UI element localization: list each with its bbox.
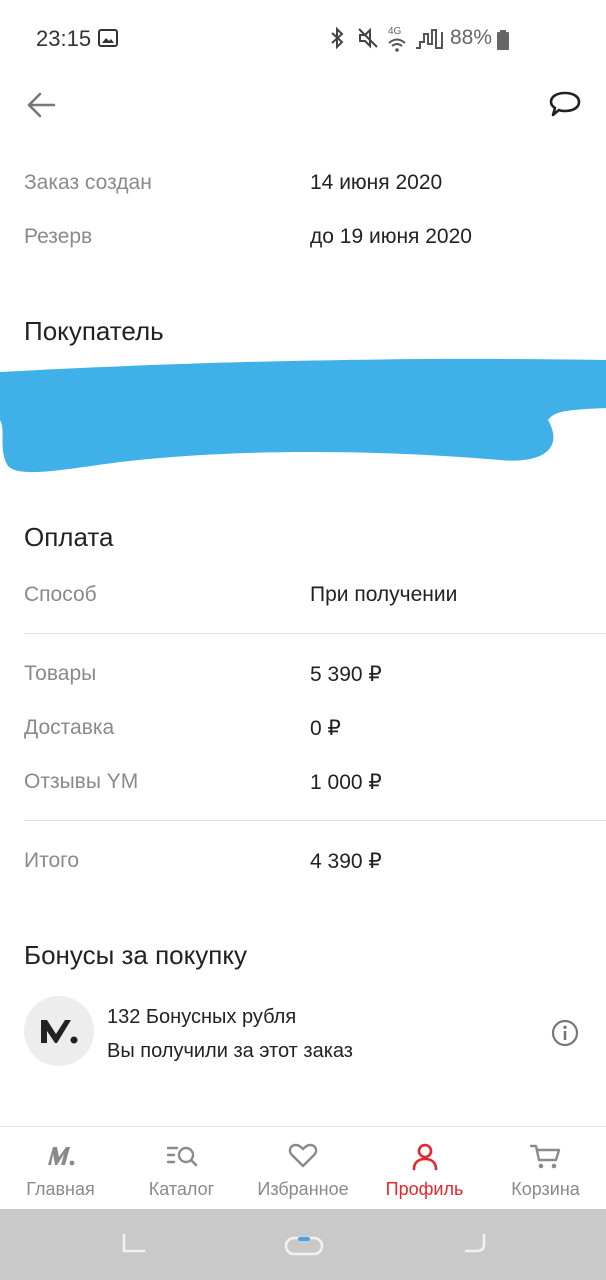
bluetooth-icon bbox=[328, 26, 350, 55]
profile-icon bbox=[408, 1143, 442, 1176]
cart-icon bbox=[529, 1143, 563, 1176]
nav-item-catalog[interactable]: Каталог bbox=[121, 1127, 242, 1210]
nav-item-cart[interactable]: Корзина bbox=[485, 1127, 606, 1210]
reviews-row: Отзывы YM 1 000 ₽ bbox=[24, 770, 584, 800]
bonus-amount: 132 Бонусных рубля bbox=[107, 1006, 297, 1028]
payment-title: Оплата bbox=[24, 522, 114, 552]
nav-label-favorites: Избранное bbox=[257, 1179, 349, 1199]
home-button[interactable] bbox=[284, 1235, 324, 1262]
signal-icon bbox=[414, 28, 446, 55]
status-time: 23:15 bbox=[36, 26, 92, 51]
recent-apps-icon bbox=[122, 1233, 146, 1253]
info-icon bbox=[551, 1019, 579, 1047]
buyer-title: Покупатель bbox=[24, 316, 164, 346]
delivery-label: Доставка bbox=[24, 716, 115, 739]
payment-method-value: При получении bbox=[310, 583, 458, 606]
top-bar bbox=[0, 78, 606, 134]
order-created-row: Заказ создан 14 июня 2020 bbox=[24, 171, 584, 201]
bonuses-title: Бонусы за покупку bbox=[24, 940, 248, 970]
total-value: 4 390 ₽ bbox=[310, 850, 382, 873]
total-label: Итого bbox=[24, 849, 80, 872]
network-label: 4G bbox=[388, 26, 402, 37]
order-created-label: Заказ создан bbox=[24, 171, 152, 194]
chat-button[interactable] bbox=[548, 90, 582, 120]
nav-label-cart: Корзина bbox=[511, 1179, 580, 1199]
goods-row: Товары 5 390 ₽ bbox=[24, 662, 584, 692]
market-logo-icon bbox=[41, 1020, 78, 1044]
back-system-button[interactable] bbox=[462, 1231, 490, 1262]
bonus-info-button[interactable] bbox=[551, 1019, 579, 1047]
status-bar: 23:15 4G 88% bbox=[0, 0, 606, 78]
nav-label-catalog: Каталог bbox=[148, 1179, 215, 1199]
reviews-value: 1 000 ₽ bbox=[310, 771, 382, 794]
back-button[interactable] bbox=[24, 90, 58, 120]
divider bbox=[24, 633, 606, 634]
nav-item-home[interactable]: Главная bbox=[0, 1127, 121, 1210]
heart-icon bbox=[286, 1143, 320, 1174]
bonus-description: Вы получили за этот заказ bbox=[107, 1040, 353, 1062]
order-created-value: 14 июня 2020 bbox=[310, 171, 443, 194]
battery-icon bbox=[497, 30, 509, 55]
wifi-icon bbox=[388, 38, 406, 57]
total-row: Итого 4 390 ₽ bbox=[24, 849, 584, 879]
arrow-left-icon bbox=[27, 92, 56, 118]
chat-bubble-icon bbox=[549, 91, 581, 117]
reserve-value: до 19 июня 2020 bbox=[310, 225, 472, 248]
image-icon bbox=[98, 29, 118, 52]
reserve-label: Резерв bbox=[24, 225, 93, 248]
back-gesture-icon bbox=[464, 1233, 486, 1253]
reserve-row: Резерв до 19 июня 2020 bbox=[24, 225, 584, 255]
delivery-row: Доставка 0 ₽ bbox=[24, 716, 584, 746]
nav-item-profile[interactable]: Профиль bbox=[364, 1127, 485, 1210]
market-logo-badge bbox=[24, 996, 94, 1066]
system-navigation-bar bbox=[0, 1209, 606, 1280]
delivery-value: 0 ₽ bbox=[310, 717, 341, 740]
mute-icon bbox=[356, 26, 380, 55]
bottom-navigation: Главная Каталог Избранное Профиль Корзин… bbox=[0, 1126, 606, 1210]
reviews-label: Отзывы YM bbox=[24, 770, 139, 793]
market-logo-icon bbox=[44, 1143, 78, 1174]
nav-label-home: Главная bbox=[26, 1179, 95, 1199]
goods-value: 5 390 ₽ bbox=[310, 663, 382, 686]
goods-label: Товары bbox=[24, 662, 97, 685]
catalog-search-icon bbox=[165, 1143, 199, 1174]
recent-apps-button[interactable] bbox=[120, 1231, 148, 1262]
battery-percent: 88% bbox=[450, 26, 493, 49]
home-pill-icon bbox=[284, 1236, 324, 1256]
payment-method-label: Способ bbox=[24, 583, 97, 606]
redaction-scribble bbox=[0, 358, 606, 473]
payment-method-row: Способ При получении bbox=[24, 583, 584, 613]
divider bbox=[24, 820, 606, 821]
nav-label-profile: Профиль bbox=[385, 1179, 464, 1199]
nav-item-favorites[interactable]: Избранное bbox=[242, 1127, 364, 1210]
